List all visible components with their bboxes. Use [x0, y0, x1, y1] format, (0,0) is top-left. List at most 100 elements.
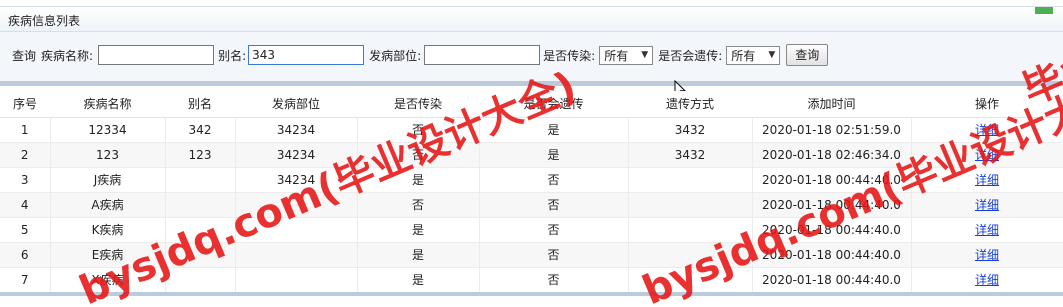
search-prefix: 查询 [12, 48, 37, 63]
cell-contagious: 是 [357, 242, 480, 268]
cell-contagious: 否 [357, 192, 480, 218]
chevron-down-icon: ▼ [641, 50, 649, 60]
contagious-select-value: 所有 [604, 48, 629, 63]
cell-site [235, 217, 358, 243]
cell-inheritance-mode [628, 167, 753, 193]
header-disease-name: 疾病名称 [50, 91, 165, 118]
cell-added-time: 2020-01-18 00:44:40.0 [752, 217, 912, 243]
cell-hereditary: 否 [479, 267, 629, 293]
disease-table-container: 序号 疾病名称 别名 发病部位 是否传染 是否会遗传 遗传方式 添加时间 操作 … [0, 91, 1063, 293]
cell-alias [165, 167, 236, 193]
cell-index: 5 [0, 217, 51, 243]
table-row: 6 E疾病 是 否 2020-01-18 00:44:40.0 详细 [0, 242, 1063, 268]
cell-site [235, 242, 358, 268]
cell-alias [165, 242, 236, 268]
table-row: 1 12334 342 34234 否 是 3432 2020-01-18 02… [0, 117, 1063, 143]
cell-hereditary: 否 [479, 192, 629, 218]
detail-link[interactable]: 详细 [975, 148, 999, 162]
search-toolbar: 查询 疾病名称: 别名: 发病部位: 是否传染: 所有 ▼ 是否会遗传: 所有 … [0, 32, 1063, 86]
cell-actions: 详细 [911, 117, 1063, 143]
detail-link[interactable]: 详细 [975, 223, 999, 237]
cell-contagious: 是 [357, 217, 480, 243]
cell-disease-name: 123 [50, 142, 166, 168]
cell-contagious: 否 [357, 142, 480, 168]
cell-added-time: 2020-01-18 02:46:34.0 [752, 142, 912, 168]
query-button[interactable]: 查询 [786, 44, 829, 66]
alias-input[interactable] [248, 45, 365, 65]
disease-name-input[interactable] [98, 45, 215, 65]
cell-hereditary: 否 [479, 217, 629, 243]
cell-contagious: 否 [357, 117, 480, 143]
detail-link[interactable]: 详细 [975, 273, 999, 287]
table-row: 7 X疾病 是 否 2020-01-18 00:44:40.0 详细 [0, 267, 1063, 293]
cell-alias [165, 267, 236, 293]
contagious-label: 是否传染: [543, 48, 596, 63]
hereditary-label: 是否会遗传: [658, 48, 723, 63]
cell-actions: 详细 [911, 142, 1063, 168]
cell-index: 7 [0, 267, 51, 293]
cell-index: 4 [0, 192, 51, 218]
alias-label: 别名: [218, 48, 247, 63]
detail-link[interactable]: 详细 [975, 173, 999, 187]
header-hereditary: 是否会遗传 [479, 91, 628, 118]
cell-actions: 详细 [911, 167, 1063, 193]
panel-accent [1035, 7, 1053, 14]
header-actions: 操作 [911, 91, 1063, 118]
site-input[interactable] [424, 45, 541, 65]
cell-site: 34234 [235, 142, 358, 168]
cell-disease-name: K疾病 [50, 217, 166, 243]
cell-inheritance-mode [628, 267, 753, 293]
detail-link[interactable]: 详细 [975, 123, 999, 137]
header-site: 发病部位 [235, 91, 357, 118]
table-header-row: 序号 疾病名称 别名 发病部位 是否传染 是否会遗传 遗传方式 添加时间 操作 [0, 91, 1063, 118]
table-row: 2 123 123 34234 否 是 3432 2020-01-18 02:4… [0, 142, 1063, 168]
cell-site: 34234 [235, 117, 358, 143]
cell-hereditary: 否 [479, 167, 629, 193]
cell-disease-name: J疾病 [50, 167, 166, 193]
cell-inheritance-mode: 3432 [628, 117, 753, 143]
cell-disease-name: A疾病 [50, 192, 166, 218]
header-inheritance-mode: 遗传方式 [628, 91, 752, 118]
panel-header: 疾病信息列表 [0, 6, 1063, 32]
cell-index: 3 [0, 167, 51, 193]
cell-site [235, 267, 358, 293]
hereditary-select[interactable]: 所有 ▼ [726, 45, 781, 65]
table-bottom-rule [0, 292, 1063, 296]
table-row: 3 J疾病 34234 是 否 2020-01-18 00:44:40.0 详细 [0, 167, 1063, 193]
cell-hereditary: 否 [479, 242, 629, 268]
header-alias: 别名 [165, 91, 235, 118]
cell-inheritance-mode [628, 192, 753, 218]
table-row: 5 K疾病 是 否 2020-01-18 00:44:40.0 详细 [0, 217, 1063, 243]
cell-added-time: 2020-01-18 00:44:40.0 [752, 267, 912, 293]
cell-hereditary: 是 [479, 117, 629, 143]
chevron-down-icon: ▼ [768, 50, 776, 60]
panel-title: 疾病信息列表 [8, 14, 81, 28]
cell-hereditary: 是 [479, 142, 629, 168]
cell-alias [165, 192, 236, 218]
header-added-time: 添加时间 [752, 91, 911, 118]
site-label: 发病部位: [369, 48, 422, 63]
cell-alias: 123 [165, 142, 236, 168]
cell-inheritance-mode [628, 217, 753, 243]
contagious-select[interactable]: 所有 ▼ [599, 45, 654, 65]
cell-index: 6 [0, 242, 51, 268]
cell-alias: 342 [165, 117, 236, 143]
cell-added-time: 2020-01-18 02:51:59.0 [752, 117, 912, 143]
hereditary-select-value: 所有 [731, 48, 756, 63]
cell-added-time: 2020-01-18 00:44:40.0 [752, 167, 912, 193]
detail-link[interactable]: 详细 [975, 198, 999, 212]
cell-site: 34234 [235, 167, 358, 193]
detail-link[interactable]: 详细 [975, 248, 999, 262]
cell-actions: 详细 [911, 267, 1063, 293]
cell-contagious: 是 [357, 267, 480, 293]
header-contagious: 是否传染 [357, 91, 479, 118]
search-form: 查询 疾病名称: 别名: 发病部位: 是否传染: 所有 ▼ 是否会遗传: 所有 … [12, 44, 829, 66]
header-index: 序号 [0, 91, 50, 118]
disease-name-label: 疾病名称: [41, 48, 94, 63]
disease-table: 序号 疾病名称 别名 发病部位 是否传染 是否会遗传 遗传方式 添加时间 操作 … [0, 91, 1063, 293]
cell-index: 1 [0, 117, 51, 143]
cell-contagious: 是 [357, 167, 480, 193]
cell-disease-name: E疾病 [50, 242, 166, 268]
table-row: 4 A疾病 否 否 2020-01-18 00:44:40.0 详细 [0, 192, 1063, 218]
cell-added-time: 2020-01-18 00:44:40.0 [752, 192, 912, 218]
